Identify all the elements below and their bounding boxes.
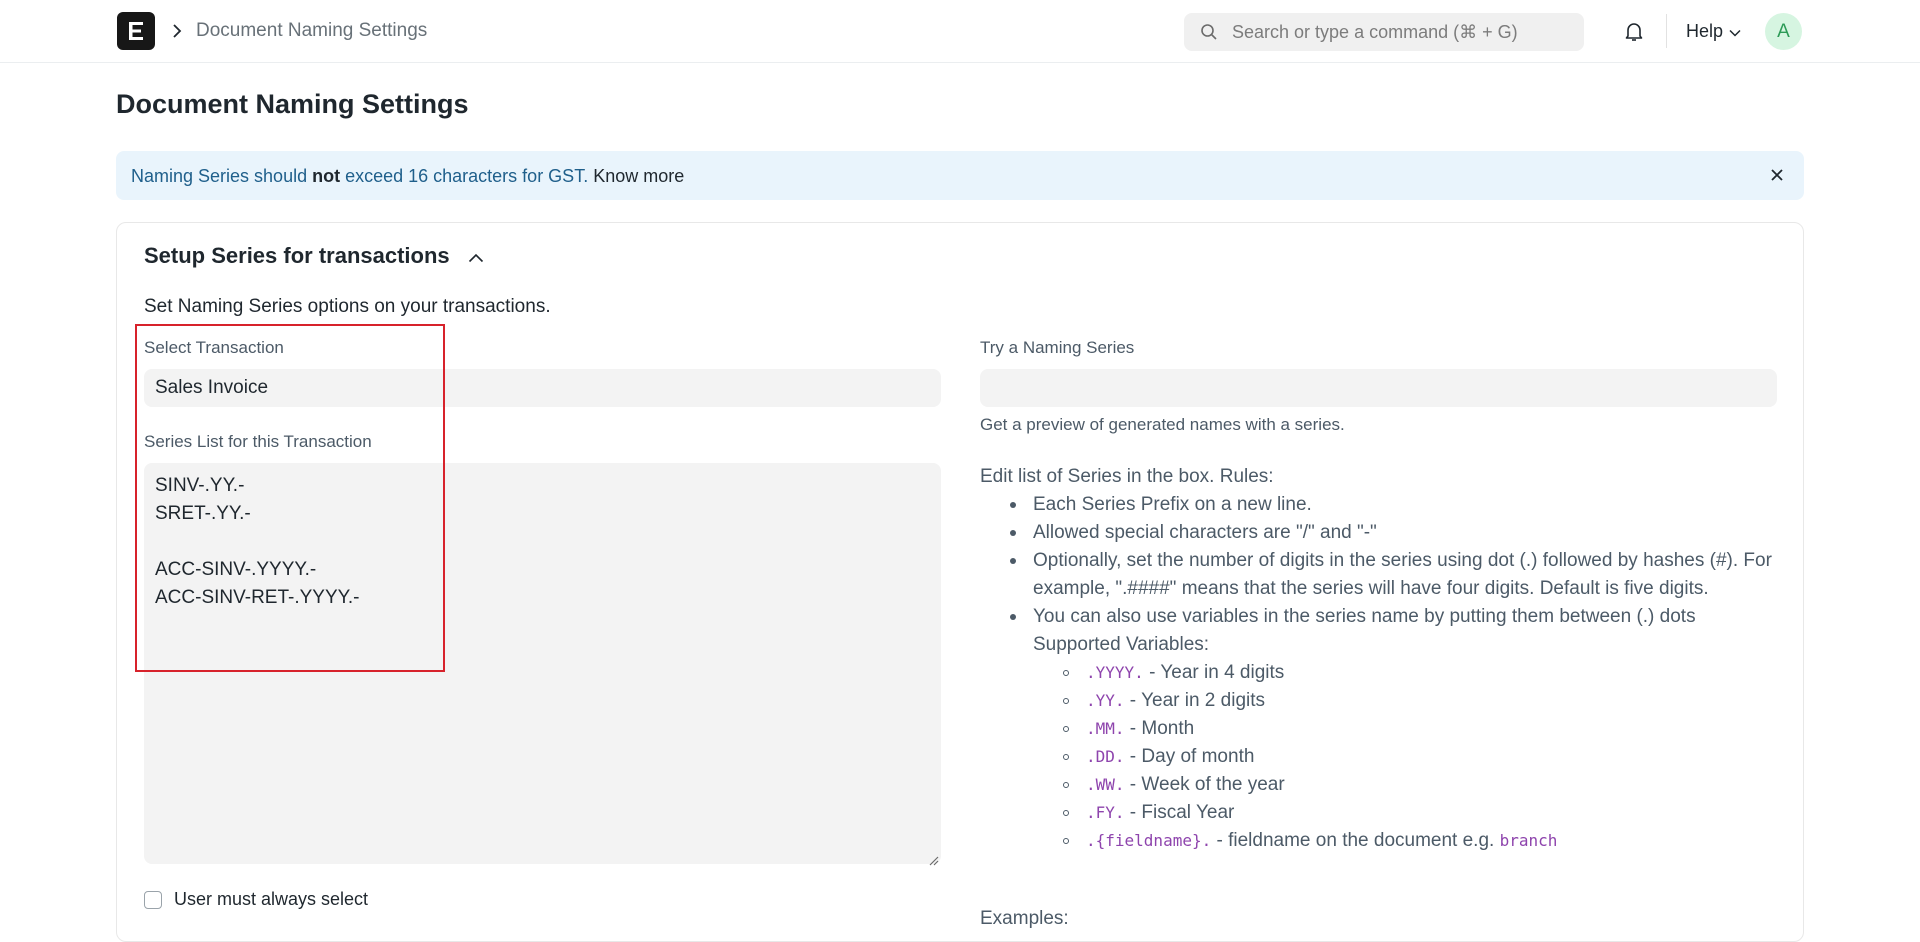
try-series-input[interactable] — [980, 369, 1777, 407]
series-list-value: SINV-.YY.- SRET-.YY.- ACC-SINV-.YYYY.- A… — [155, 475, 360, 608]
rules-list: Each Series Prefix on a new line. Allowe… — [1010, 491, 1790, 855]
variable-item: .{fieldname}. - fieldname on the documen… — [1063, 827, 1790, 855]
help-label: Help — [1686, 21, 1724, 41]
variable-item: .WW. - Week of the year — [1063, 771, 1790, 799]
know-more-link[interactable]: Know more — [593, 166, 684, 186]
search-bar[interactable]: Search or type a command (⌘ + G) — [1184, 13, 1584, 51]
variables-list: .YYYY. - Year in 4 digits .YY. - Year in… — [1063, 659, 1790, 855]
rule-item: Optionally, set the number of digits in … — [1010, 547, 1790, 603]
supported-variables-label: Supported Variables: — [1033, 634, 1210, 655]
variable-item: .MM. - Month — [1063, 715, 1790, 743]
select-transaction-label: Select Transaction — [144, 338, 284, 357]
try-series-label: Try a Naming Series — [980, 338, 1135, 357]
user-must-select-row[interactable]: User must always select — [144, 889, 368, 910]
chevron-down-icon — [1729, 20, 1741, 42]
chevron-right-icon — [172, 20, 186, 42]
section-title: Setup Series for transactions — [144, 243, 450, 268]
search-icon — [1200, 23, 1218, 41]
resize-handle-icon[interactable] — [927, 850, 939, 866]
user-avatar[interactable]: A — [1765, 13, 1802, 50]
series-list-textarea[interactable]: SINV-.YY.- SRET-.YY.- ACC-SINV-.YYYY.- A… — [144, 463, 941, 866]
section-description: Set Naming Series options on your transa… — [144, 296, 551, 317]
help-dropdown[interactable]: Help — [1686, 20, 1741, 42]
try-series-hint: Get a preview of generated names with a … — [980, 415, 1345, 434]
page-title: Document Naming Settings — [116, 89, 469, 119]
variable-item: .DD. - Day of month — [1063, 743, 1790, 771]
alert-message: Naming Series should not exceed 16 chara… — [131, 166, 685, 186]
gst-alert-banner: Naming Series should not exceed 16 chara… — [116, 151, 1804, 200]
rule-item: Allowed special characters are "/" and "… — [1010, 519, 1790, 547]
rule-item: You can also use variables in the series… — [1010, 603, 1790, 855]
select-transaction-field[interactable]: Sales Invoice — [144, 369, 941, 407]
variable-item: .FY. - Fiscal Year — [1063, 799, 1790, 827]
series-list-label: Series List for this Transaction — [144, 432, 372, 451]
examples-label: Examples: — [980, 908, 1069, 929]
user-must-select-label: User must always select — [174, 889, 369, 909]
top-navbar: Document Naming Settings Search or type … — [0, 0, 1920, 63]
navbar-divider — [1666, 14, 1667, 48]
variable-item: .YY. - Year in 2 digits — [1063, 687, 1790, 715]
breadcrumb-current[interactable]: Document Naming Settings — [196, 20, 427, 42]
app-logo-icon[interactable] — [117, 12, 155, 50]
section-header[interactable]: Setup Series for transactions — [144, 242, 484, 270]
notification-bell-icon[interactable] — [1622, 19, 1646, 43]
select-transaction-value: Sales Invoice — [155, 377, 269, 398]
setup-series-card: Setup Series for transactions Set Naming… — [116, 222, 1804, 942]
rules-heading: Edit list of Series in the box. Rules: — [980, 466, 1274, 487]
chevron-up-icon[interactable] — [468, 242, 484, 270]
user-must-select-checkbox[interactable] — [144, 890, 162, 909]
search-placeholder: Search or type a command (⌘ + G) — [1232, 22, 1518, 42]
rule-item: Each Series Prefix on a new line. — [1010, 491, 1790, 519]
variable-item: .YYYY. - Year in 4 digits — [1063, 659, 1790, 687]
close-icon[interactable] — [1768, 166, 1786, 184]
series-rules: Edit list of Series in the box. Rules: E… — [980, 463, 1790, 855]
